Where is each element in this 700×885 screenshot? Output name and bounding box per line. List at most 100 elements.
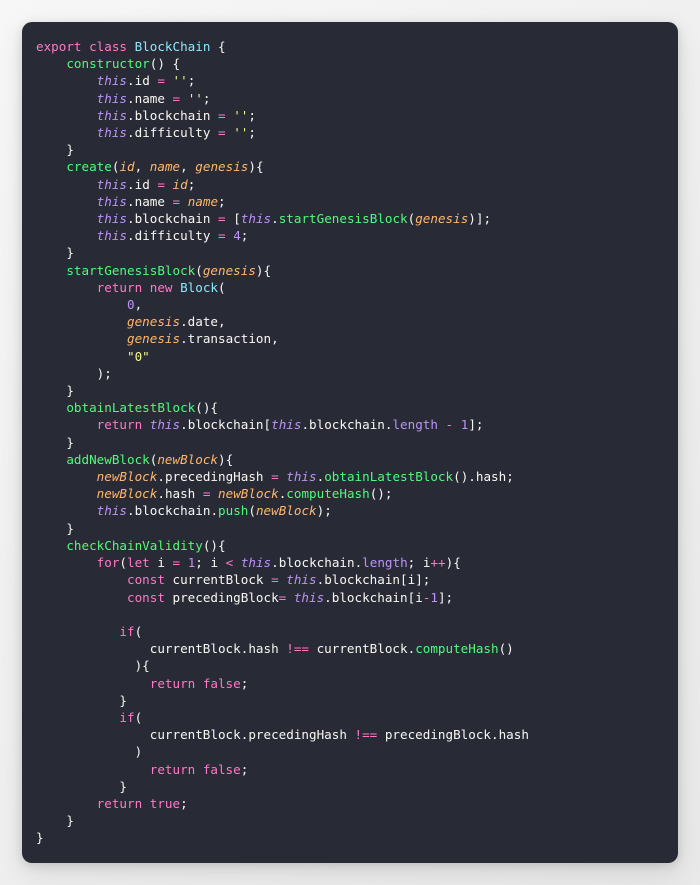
code-token-pun: } bbox=[36, 434, 74, 450]
code-token-op: !== bbox=[346, 727, 385, 743]
code-token-pun: ){ bbox=[445, 555, 461, 571]
code-token-pun: ]; bbox=[415, 572, 431, 588]
code-token-pun bbox=[36, 211, 97, 226]
code-line: startGenesisBlock(genesis){ bbox=[36, 262, 664, 279]
code-token-pun bbox=[36, 417, 97, 432]
code-token-fn: constructor bbox=[66, 56, 150, 72]
code-token-pun: ){ bbox=[218, 451, 234, 467]
code-line: 0, bbox=[36, 296, 664, 313]
code-token-pun bbox=[36, 796, 97, 811]
code-token-pun: } bbox=[36, 245, 74, 261]
code-token-pun bbox=[36, 263, 66, 278]
code-token-op: = bbox=[210, 211, 234, 227]
code-token-pun: . bbox=[157, 469, 165, 485]
code-token-fn: addNewBlock bbox=[66, 451, 150, 467]
code-line: } bbox=[36, 244, 664, 261]
code-line: return false; bbox=[36, 675, 664, 692]
code-token-this: this bbox=[96, 176, 128, 192]
code-token-par: genesis bbox=[127, 314, 181, 330]
code-token-pun: . bbox=[157, 486, 165, 502]
code-token-this: this bbox=[240, 555, 272, 571]
code-token-pun: () bbox=[498, 641, 514, 657]
code-token-prop: blockchain bbox=[134, 211, 211, 227]
code-token-par: genesis bbox=[127, 331, 181, 347]
code-token-par: name bbox=[187, 193, 219, 209]
code-token-prop: difficulty bbox=[134, 228, 211, 244]
code-token-pun: ; bbox=[240, 228, 249, 244]
code-token-prop: i bbox=[157, 555, 165, 571]
code-token-pun: } bbox=[36, 520, 74, 536]
code-token-pun: } bbox=[36, 692, 127, 708]
code-token-pun: . bbox=[127, 125, 135, 141]
code-token-pun: . bbox=[271, 211, 279, 227]
code-line: create(id, name, genesis){ bbox=[36, 158, 664, 175]
code-line: checkChainValidity(){ bbox=[36, 537, 664, 554]
code-token-pun: , bbox=[180, 159, 196, 175]
code-token-pun bbox=[36, 452, 66, 467]
code-token-pun: } bbox=[36, 813, 74, 829]
code-token-str: '' bbox=[233, 107, 249, 123]
code-token-prop: blockchain bbox=[309, 417, 385, 433]
code-token-pun: ( bbox=[218, 279, 226, 295]
code-token-prop: currentBlock bbox=[172, 572, 264, 588]
code-token-pun: [ bbox=[263, 417, 272, 433]
code-token-pun bbox=[36, 762, 150, 777]
code-token-this: this bbox=[96, 503, 128, 519]
code-line: this.blockchain.push(newBlock); bbox=[36, 502, 664, 519]
code-token-pun: } bbox=[36, 383, 74, 399]
code-line: newBlock.precedingHash = this.obtainLate… bbox=[36, 468, 664, 485]
code-token-pun: ( bbox=[119, 555, 128, 571]
code-token-prop: currentBlock bbox=[316, 641, 408, 657]
code-token-op: = bbox=[210, 228, 234, 244]
code-line: this.id = ''; bbox=[36, 72, 664, 89]
code-line: if( bbox=[36, 709, 664, 726]
code-token-pun: . bbox=[180, 314, 188, 330]
code-token-kw: if bbox=[119, 709, 135, 725]
code-token-par: genesis bbox=[202, 262, 256, 278]
code-token-pun: ) bbox=[36, 744, 143, 760]
code-token-kw: if bbox=[119, 623, 135, 639]
code-token-fn: startGenesisBlock bbox=[66, 262, 196, 278]
code-token-pun: . bbox=[490, 727, 499, 743]
code-token-bltn: length bbox=[362, 555, 408, 571]
code-line: this.difficulty = 4; bbox=[36, 227, 664, 244]
code-token-pun: () { bbox=[149, 56, 181, 72]
screenshot-root: export class BlockChain { constructor() … bbox=[0, 0, 700, 885]
code-token-bltn: length bbox=[392, 417, 438, 433]
code-token-par: genesis bbox=[195, 159, 249, 175]
code-token-pun bbox=[36, 280, 97, 295]
code-line: for(let i = 1; i < this.blockchain.lengt… bbox=[36, 554, 664, 571]
code-token-prop: id bbox=[134, 176, 150, 192]
code-token-pun: ]; bbox=[468, 417, 484, 433]
code-token-par: name bbox=[149, 159, 181, 175]
code-token-prop: blockchain bbox=[187, 417, 264, 433]
code-line: genesis.transaction, bbox=[36, 330, 664, 347]
code-token-pun bbox=[36, 194, 97, 209]
code-token-par: newBlock bbox=[218, 486, 279, 502]
code-token-this: this bbox=[149, 417, 181, 433]
code-line: this.name = name; bbox=[36, 193, 664, 210]
code-token-pun: ; bbox=[248, 107, 256, 123]
code-block[interactable]: export class BlockChain { constructor() … bbox=[22, 22, 678, 863]
code-line: } bbox=[36, 829, 664, 846]
code-token-cls: Block bbox=[180, 279, 219, 295]
code-line: genesis.date, bbox=[36, 313, 664, 330]
code-token-pun bbox=[36, 641, 150, 656]
code-token-pun: ; bbox=[195, 555, 211, 571]
code-token-pun: } bbox=[36, 830, 44, 846]
code-line: constructor() { bbox=[36, 55, 664, 72]
code-token-fn: computeHash bbox=[415, 641, 499, 657]
code-token-pun bbox=[36, 125, 97, 140]
code-token-fn: startGenesisBlock bbox=[278, 211, 408, 227]
code-token-prop: i bbox=[415, 589, 423, 605]
code-token-kw: false bbox=[202, 675, 241, 691]
code-token-pun: ; bbox=[202, 90, 211, 106]
code-token-pun bbox=[36, 555, 97, 570]
code-token-kw: let bbox=[127, 555, 158, 571]
code-token-pun: (){ bbox=[202, 537, 226, 553]
code-token-this: this bbox=[286, 469, 317, 485]
code-token-pun bbox=[36, 590, 127, 605]
code-token-pun bbox=[36, 228, 97, 243]
code-token-pun bbox=[36, 676, 150, 691]
